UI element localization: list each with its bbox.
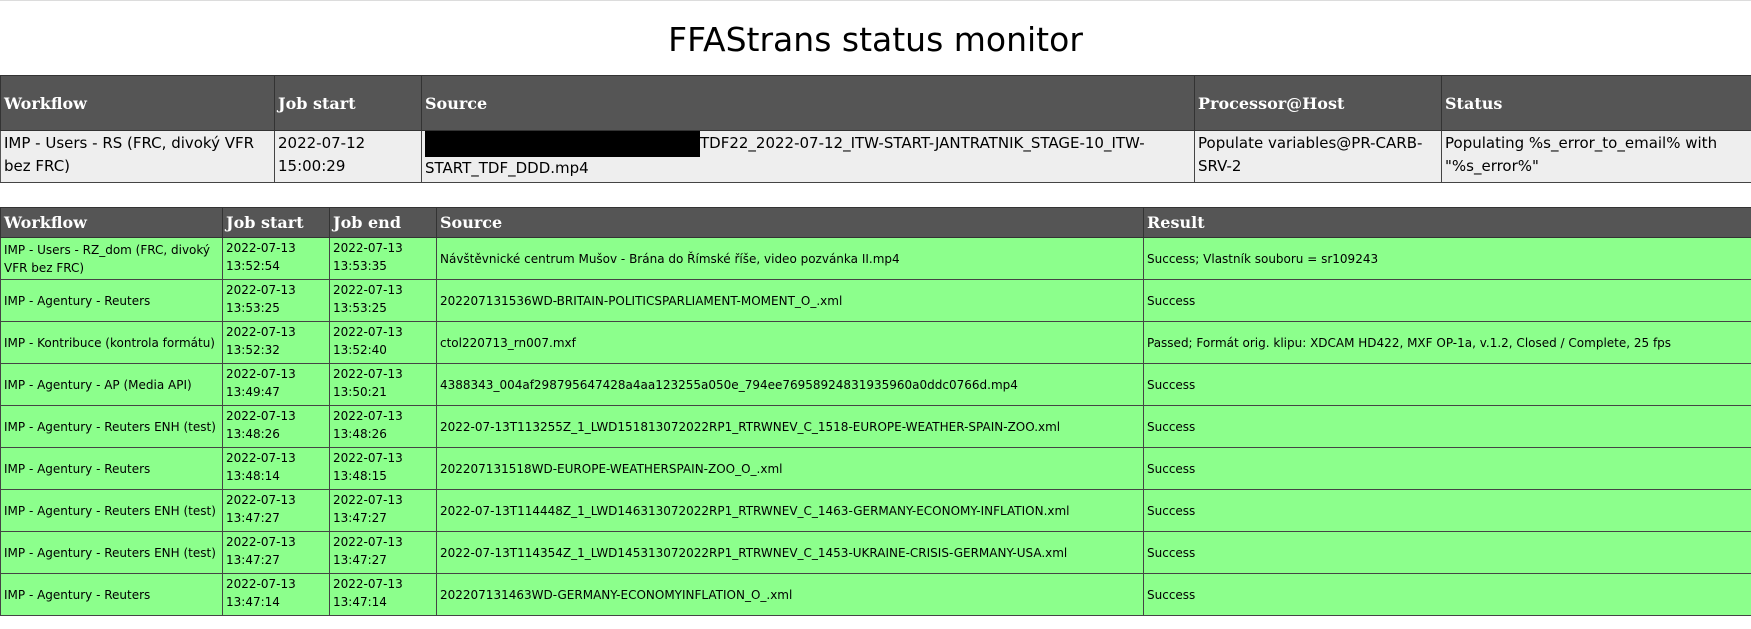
source-cell: 2022-07-13T114448Z_1_LWD146313072022RP1_… bbox=[436, 489, 1144, 532]
running-status-cell: Populating %s_error_to_email% with "%s_e… bbox=[1441, 130, 1751, 183]
workflow-cell: IMP - Agentury - Reuters bbox=[0, 279, 223, 322]
result-cell: Passed; Formát orig. klipu: XDCAM HD422,… bbox=[1143, 321, 1751, 364]
col-header-job-end[interactable]: Job end bbox=[329, 207, 437, 238]
job-start-cell: 2022-07-13 13:53:25 bbox=[222, 279, 330, 322]
col-header-job-start[interactable]: Job start bbox=[274, 75, 422, 131]
workflow-cell: IMP - Agentury - Reuters bbox=[0, 573, 223, 616]
workflow-cell: IMP - Agentury - AP (Media API) bbox=[0, 363, 223, 406]
job-history-table: Workflow Job start Job end Source Result… bbox=[0, 207, 1751, 616]
col-header-job-start[interactable]: Job start bbox=[222, 207, 330, 238]
job-end-cell: 2022-07-13 13:47:14 bbox=[329, 573, 437, 616]
job-start-cell: 2022-07-13 13:47:14 bbox=[222, 573, 330, 616]
job-end-cell: 2022-07-13 13:47:27 bbox=[329, 531, 437, 574]
result-cell: Success bbox=[1143, 279, 1751, 322]
running-processor-cell: Populate variables@PR-CARB-SRV-2 bbox=[1194, 130, 1442, 183]
running-workflow-cell: IMP - Users - RS (FRC, divoký VFR bez FR… bbox=[0, 130, 275, 183]
col-header-workflow[interactable]: Workflow bbox=[0, 75, 275, 131]
job-end-cell: 2022-07-13 13:48:15 bbox=[329, 447, 437, 490]
source-cell: 2022-07-13T113255Z_1_LWD151813072022RP1_… bbox=[436, 405, 1144, 448]
table-row[interactable]: IMP - Agentury - Reuters ENH (test) 2022… bbox=[0, 489, 1751, 532]
table-row[interactable]: IMP - Agentury - Reuters 2022-07-13 13:4… bbox=[0, 573, 1751, 616]
source-cell: Návštěvnické centrum Mušov - Brána do Ří… bbox=[436, 237, 1144, 280]
running-jobs-table: Workflow Job start Source Processor@Host… bbox=[0, 75, 1751, 183]
job-end-cell: 2022-07-13 13:47:27 bbox=[329, 489, 437, 532]
col-header-result[interactable]: Result bbox=[1143, 207, 1751, 238]
workflow-cell: IMP - Agentury - Reuters bbox=[0, 447, 223, 490]
job-start-cell: 2022-07-13 13:47:27 bbox=[222, 489, 330, 532]
job-start-cell: 2022-07-13 13:47:27 bbox=[222, 531, 330, 574]
running-job-row[interactable]: IMP - Users - RS (FRC, divoký VFR bez FR… bbox=[0, 130, 1751, 183]
job-start-cell: 2022-07-13 13:52:32 bbox=[222, 321, 330, 364]
source-cell: 202207131518WD-EUROPE-WEATHERSPAIN-ZOO_O… bbox=[436, 447, 1144, 490]
workflow-cell: IMP - Agentury - Reuters ENH (test) bbox=[0, 489, 223, 532]
running-job-start-cell: 2022-07-12 15:00:29 bbox=[274, 130, 422, 183]
source-cell: 202207131536WD-BRITAIN-POLITICSPARLIAMEN… bbox=[436, 279, 1144, 322]
table-row[interactable]: IMP - Agentury - Reuters 2022-07-13 13:4… bbox=[0, 447, 1751, 490]
job-start-cell: 2022-07-13 13:48:14 bbox=[222, 447, 330, 490]
source-cell: 4388343_004af298795647428a4aa123255a050e… bbox=[436, 363, 1144, 406]
result-cell: Success bbox=[1143, 573, 1751, 616]
workflow-cell: IMP - Agentury - Reuters ENH (test) bbox=[0, 405, 223, 448]
result-cell: Success bbox=[1143, 363, 1751, 406]
job-end-cell: 2022-07-13 13:53:35 bbox=[329, 237, 437, 280]
table-row[interactable]: IMP - Agentury - Reuters 2022-07-13 13:5… bbox=[0, 279, 1751, 322]
table-row[interactable]: IMP - Users - RZ_dom (FRC, divoký VFR be… bbox=[0, 237, 1751, 280]
job-end-cell: 2022-07-13 13:50:21 bbox=[329, 363, 437, 406]
col-header-source[interactable]: Source bbox=[436, 207, 1144, 238]
source-cell: 2022-07-13T114354Z_1_LWD145313072022RP1_… bbox=[436, 531, 1144, 574]
workflow-cell: IMP - Users - RZ_dom (FRC, divoký VFR be… bbox=[0, 237, 223, 280]
job-end-cell: 2022-07-13 13:48:26 bbox=[329, 405, 437, 448]
table-row[interactable]: IMP - Agentury - Reuters ENH (test) 2022… bbox=[0, 405, 1751, 448]
col-header-source[interactable]: Source bbox=[421, 75, 1195, 131]
table-row[interactable]: IMP - Agentury - Reuters ENH (test) 2022… bbox=[0, 531, 1751, 574]
running-header-row: Workflow Job start Source Processor@Host… bbox=[0, 75, 1751, 131]
workflow-cell: IMP - Kontribuce (kontrola formátu) bbox=[0, 321, 223, 364]
job-start-cell: 2022-07-13 13:49:47 bbox=[222, 363, 330, 406]
result-cell: Success bbox=[1143, 447, 1751, 490]
job-start-cell: 2022-07-13 13:52:54 bbox=[222, 237, 330, 280]
table-gap bbox=[0, 183, 1751, 207]
table-row[interactable]: IMP - Agentury - AP (Media API) 2022-07-… bbox=[0, 363, 1751, 406]
col-header-workflow[interactable]: Workflow bbox=[0, 207, 223, 238]
col-header-processor-host[interactable]: Processor@Host bbox=[1194, 75, 1442, 131]
col-header-status[interactable]: Status bbox=[1441, 75, 1751, 131]
job-start-cell: 2022-07-13 13:48:26 bbox=[222, 405, 330, 448]
redaction-block bbox=[425, 131, 700, 157]
result-cell: Success; Vlastník souboru = sr109243 bbox=[1143, 237, 1751, 280]
table-row[interactable]: IMP - Kontribuce (kontrola formátu) 2022… bbox=[0, 321, 1751, 364]
job-end-cell: 2022-07-13 13:53:25 bbox=[329, 279, 437, 322]
running-source-cell: TDF22_2022-07-12_ITW-START-JANTRATNIK_ST… bbox=[421, 130, 1195, 183]
source-cell: ctol220713_rn007.mxf bbox=[436, 321, 1144, 364]
source-cell: 202207131463WD-GERMANY-ECONOMYINFLATION_… bbox=[436, 573, 1144, 616]
page-title: FFAStrans status monitor bbox=[668, 20, 1083, 59]
result-cell: Success bbox=[1143, 405, 1751, 448]
history-header-row: Workflow Job start Job end Source Result bbox=[0, 207, 1751, 238]
workflow-cell: IMP - Agentury - Reuters ENH (test) bbox=[0, 531, 223, 574]
result-cell: Success bbox=[1143, 489, 1751, 532]
result-cell: Success bbox=[1143, 531, 1751, 574]
job-end-cell: 2022-07-13 13:52:40 bbox=[329, 321, 437, 364]
